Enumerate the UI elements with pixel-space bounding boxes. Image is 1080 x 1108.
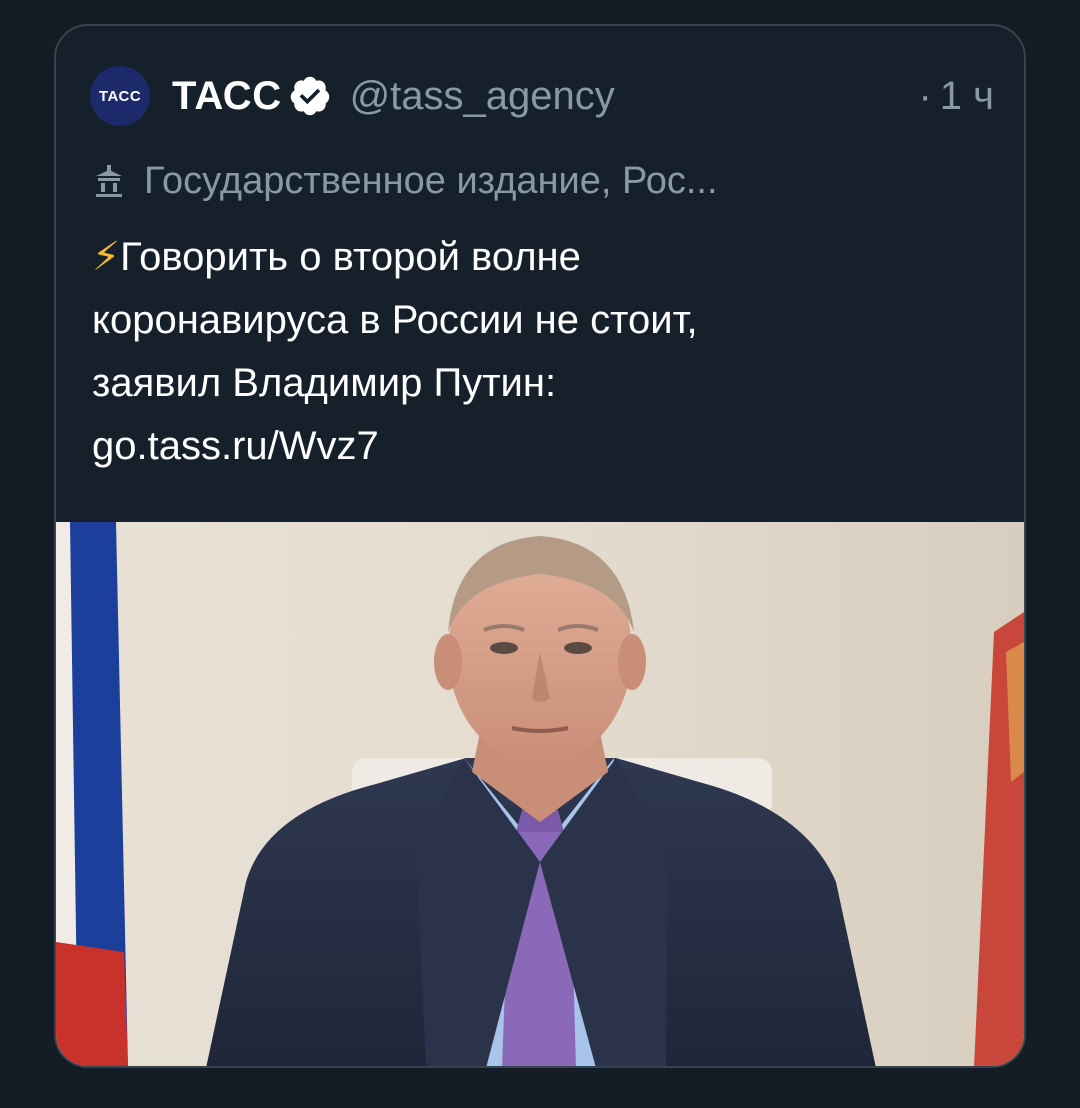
tweet-body: ⚡Говорить о второй волне коронавируса в … — [92, 226, 994, 478]
lightning-bolt-icon: ⚡ — [92, 235, 121, 279]
account-handle[interactable]: @tass_agency — [350, 74, 615, 119]
avatar-logo-text: ТАСС — [98, 87, 142, 105]
time-separator: · — [918, 73, 932, 118]
tweet-text-line-3: заявил Владимир Путин: — [92, 361, 557, 405]
tweet-timestamp[interactable]: 1 ч — [940, 74, 994, 119]
tweet-photo[interactable] — [56, 522, 1024, 1066]
tweet-text-line-2: коронавируса в России не стоит, — [92, 298, 698, 342]
account-name[interactable]: ТАСС — [172, 74, 282, 119]
tweet-card[interactable]: ТАСС ТАСС @tass_agency · 1 ч Государстве… — [54, 24, 1026, 1068]
tweet-text-line-1-text: Говорить о второй волне — [120, 235, 581, 279]
photo-illustration — [56, 522, 1024, 1066]
government-building-icon — [96, 165, 122, 197]
verified-badge-icon — [290, 76, 329, 116]
avatar[interactable]: ТАСС — [90, 66, 150, 126]
tweet-link[interactable]: go.tass.ru/Wvz7 — [92, 415, 994, 478]
tweet-header: ТАСС ТАСС @tass_agency · 1 ч — [90, 66, 994, 126]
tweet-text-line-1: ⚡Говорить о второй волне — [92, 226, 994, 289]
state-media-label-text: Государственное издание, Рос... — [144, 159, 718, 202]
state-media-label[interactable]: Государственное издание, Рос... — [94, 156, 994, 206]
